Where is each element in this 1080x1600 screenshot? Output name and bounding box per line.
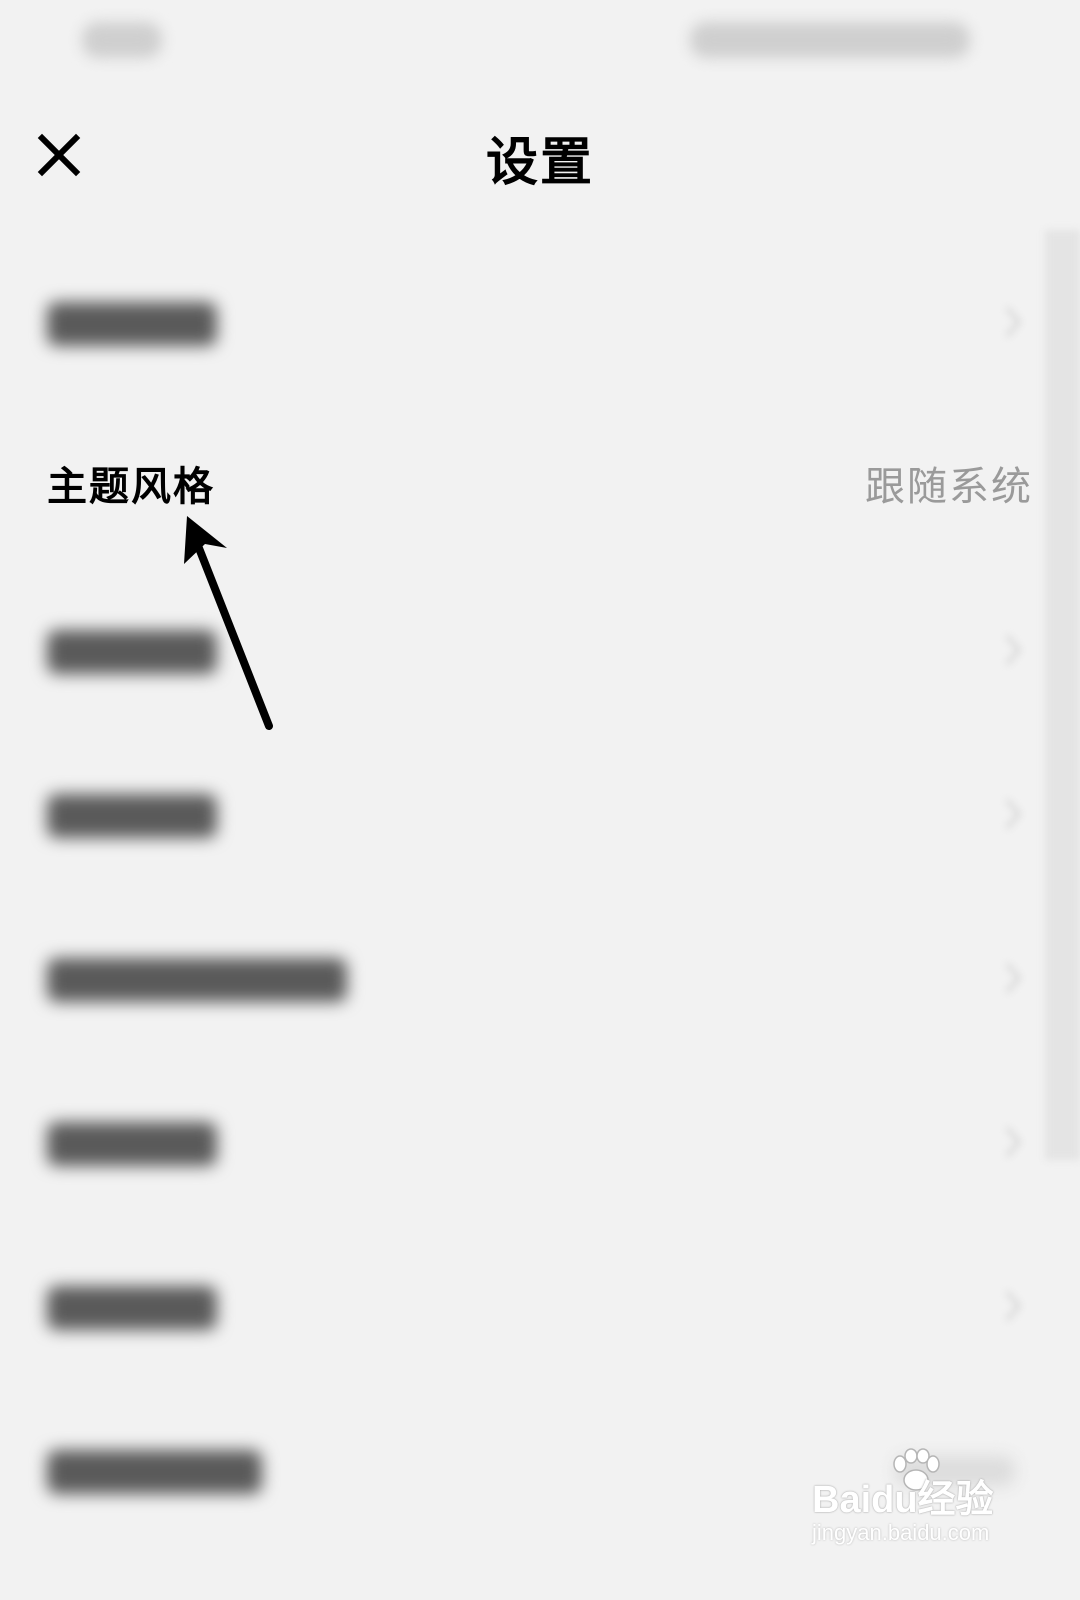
settings-item-6[interactable] bbox=[0, 1088, 1045, 1198]
blurred-label-block bbox=[47, 302, 217, 346]
blurred-label-block bbox=[47, 1122, 217, 1166]
watermark-logo: Baidu经验 bbox=[812, 1479, 994, 1521]
settings-item-7[interactable] bbox=[0, 1252, 1045, 1362]
status-left-blur bbox=[82, 22, 162, 58]
scroll-edge bbox=[1045, 230, 1080, 1160]
chevron-right-icon bbox=[1005, 307, 1021, 337]
chevron-right-icon bbox=[1005, 1127, 1021, 1157]
settings-item-4[interactable] bbox=[0, 760, 1045, 870]
settings-item-theme-style[interactable]: 主题风格 跟随系统 bbox=[0, 432, 1045, 542]
settings-item-3[interactable] bbox=[0, 596, 1045, 706]
chevron-right-icon bbox=[1005, 963, 1021, 993]
settings-item-value: 跟随系统 bbox=[865, 464, 1033, 510]
blurred-label-block bbox=[47, 1450, 262, 1494]
blurred-label-block bbox=[47, 794, 217, 838]
blurred-label-block bbox=[47, 1286, 217, 1330]
chevron-right-icon bbox=[1005, 635, 1021, 665]
settings-item-1[interactable] bbox=[0, 268, 1045, 378]
status-right-blur bbox=[690, 22, 970, 58]
page-title: 设置 bbox=[485, 133, 594, 193]
chevron-right-icon bbox=[1005, 799, 1021, 829]
blurred-label-block bbox=[47, 958, 347, 1002]
status-bar bbox=[0, 0, 1080, 84]
watermark: Baidu经验 jingyan.baidu.com bbox=[812, 1448, 1022, 1568]
settings-item-5[interactable] bbox=[0, 924, 1045, 1034]
chevron-right-icon bbox=[1005, 1291, 1021, 1321]
watermark-url: jingyan.baidu.com bbox=[812, 1520, 990, 1545]
arrow-icon bbox=[184, 516, 273, 730]
